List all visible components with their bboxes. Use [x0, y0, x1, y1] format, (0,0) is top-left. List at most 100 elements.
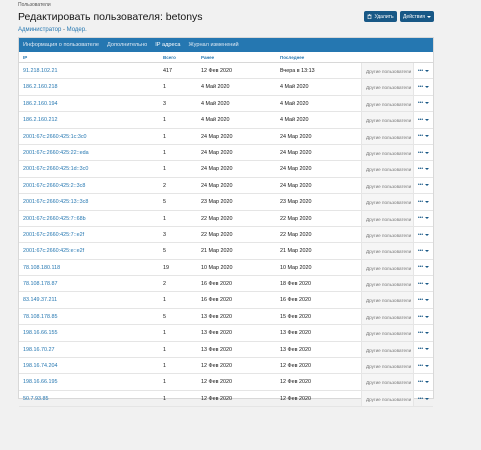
more-icon: ••• — [417, 297, 424, 304]
row-menu-button[interactable]: ••• — [413, 194, 433, 210]
row-menu-button[interactable]: ••• — [413, 358, 433, 374]
row-menu-button[interactable]: ••• — [413, 276, 433, 292]
other-users-button[interactable]: Другие пользователи — [361, 308, 413, 325]
other-users-button[interactable]: Другие пользователи — [361, 63, 413, 79]
chevron-down-icon — [425, 381, 430, 384]
row-menu-button[interactable]: ••• — [413, 325, 433, 341]
other-users-button[interactable]: Другие пользователи — [361, 210, 413, 226]
other-users-button[interactable]: Другие пользователи — [361, 292, 413, 308]
table-row: 186.2.160.218 1 4 Май 2020 4 Май 2020 Другие… — [19, 79, 433, 96]
ip-link[interactable]: 78.108.178.85 — [23, 314, 57, 320]
ip-link[interactable]: 78.108.178.87 — [23, 281, 57, 287]
row-menu-button[interactable]: ••• — [413, 112, 433, 128]
other-users-button[interactable]: Другие пользователи — [361, 194, 413, 210]
row-menu-button[interactable]: ••• — [413, 128, 433, 144]
other-users-button[interactable]: Другие пользователи — [361, 325, 413, 341]
other-users-button[interactable]: Другие пользователи — [361, 358, 413, 374]
row-menu-button[interactable]: ••• — [413, 210, 433, 226]
ip-link[interactable]: 186.2.160.212 — [23, 117, 57, 123]
row-menu-button[interactable]: ••• — [413, 243, 433, 259]
row-menu-button[interactable]: ••• — [413, 144, 433, 161]
ip-link[interactable]: 198.16.66.195 — [23, 379, 57, 385]
header-first[interactable]: Ранее — [201, 55, 214, 60]
other-users-button[interactable]: Другие пользователи — [361, 128, 413, 144]
ip-link[interactable]: 198.16.74.204 — [23, 363, 57, 369]
tab-user-info[interactable]: Информация о пользователе — [19, 42, 103, 48]
ip-link[interactable]: 2001:67c:2660:425:1d::3c0 — [23, 166, 88, 172]
ip-link[interactable]: 91.218.102.21 — [23, 68, 57, 74]
other-users-button[interactable]: Другие пользователи — [361, 79, 413, 95]
row-menu-button[interactable]: ••• — [413, 308, 433, 325]
other-users-button[interactable]: Другие пользователи — [361, 95, 413, 112]
row-menu-button[interactable]: ••• — [413, 292, 433, 308]
delete-label: Удалить — [374, 13, 394, 20]
other-users-button[interactable]: Другие пользователи — [361, 226, 413, 243]
last-seen: 21 Мар 2020 — [280, 248, 312, 255]
row-menu-button[interactable]: ••• — [413, 390, 433, 407]
header-ip[interactable]: IP — [23, 55, 27, 60]
more-icon: ••• — [417, 182, 424, 189]
more-icon: ••• — [417, 362, 424, 369]
ip-link[interactable]: 198.16.70.27 — [23, 347, 54, 353]
first-seen: 12 Фев 2020 — [201, 379, 232, 386]
chevron-down-icon — [425, 331, 430, 334]
trash-icon — [367, 14, 372, 19]
ip-link[interactable]: 186.2.160.218 — [23, 84, 57, 90]
header-total[interactable]: Всего — [163, 55, 176, 60]
ip-link[interactable]: 2001:67c:2660:425:13::3c8 — [23, 199, 88, 205]
other-users-button[interactable]: Другие пользователи — [361, 276, 413, 292]
row-menu-button[interactable]: ••• — [413, 374, 433, 390]
other-users-button[interactable]: Другие пользователи — [361, 177, 413, 194]
row-menu-button[interactable]: ••• — [413, 259, 433, 276]
ip-link[interactable]: 78.108.180.118 — [23, 265, 60, 271]
total-count: 1 — [163, 84, 166, 91]
other-users-button[interactable]: Другие пользователи — [361, 243, 413, 259]
row-menu-button[interactable]: ••• — [413, 177, 433, 194]
last-seen: 16 Фев 2020 — [280, 297, 311, 304]
total-count: 1 — [163, 379, 166, 386]
header-last[interactable]: Последнее — [280, 55, 304, 60]
delete-button[interactable]: Удалить — [364, 11, 397, 22]
more-icon: ••• — [417, 100, 424, 107]
page-title: Редактировать пользователя: betonys — [18, 11, 203, 23]
first-seen: 12 Фев 2020 — [201, 68, 232, 74]
ip-link[interactable]: 2001:67c:2660:425:7::68b — [23, 216, 86, 222]
ip-link[interactable]: 198.16.66.155 — [23, 330, 57, 336]
first-seen: 12 Фев 2020 — [201, 395, 232, 402]
row-menu-button[interactable]: ••• — [413, 226, 433, 243]
ip-link[interactable]: 186.2.160.194 — [23, 101, 57, 107]
total-count: 1 — [163, 363, 166, 370]
last-seen: 12 Фев 2020 — [280, 363, 311, 370]
other-users-button[interactable]: Другие пользователи — [361, 374, 413, 390]
ip-link[interactable]: 2001:67c:2660:425:e::e2f — [23, 248, 84, 254]
tab-change-log[interactable]: Журнал изменений — [185, 42, 243, 48]
other-users-button[interactable]: Другие пользователи — [361, 161, 413, 177]
actions-button[interactable]: Действия — [400, 11, 434, 22]
breadcrumb[interactable]: Пользователи — [18, 2, 51, 8]
other-users-button[interactable]: Другие пользователи — [361, 390, 413, 407]
row-menu-button[interactable]: ••• — [413, 341, 433, 358]
row-menu-button[interactable]: ••• — [413, 79, 433, 95]
ip-link[interactable]: 83.149.37.211 — [23, 297, 57, 303]
ip-link[interactable]: 2001:67c:2660:425:22::eda — [23, 150, 89, 156]
ip-link[interactable]: 2001:67c:2660:425:2::3c8 — [23, 183, 85, 189]
ip-link[interactable]: 50.7.93.85 — [23, 396, 48, 402]
ip-link[interactable]: 2001:67c:2660:425:7::e2f — [23, 232, 84, 238]
other-users-button[interactable]: Другие пользователи — [361, 112, 413, 128]
first-seen: 24 Мар 2020 — [201, 133, 233, 140]
tab-ip-addresses[interactable]: IP адреса — [151, 42, 184, 48]
first-seen: 4 Май 2020 — [201, 84, 230, 91]
table-row: 91.218.102.21 417 12 Фев 2020 Вчера в 13:13… — [19, 63, 433, 80]
row-menu-button[interactable]: ••• — [413, 95, 433, 112]
row-menu-button[interactable]: ••• — [413, 161, 433, 177]
other-users-button[interactable]: Другие пользователи — [361, 144, 413, 161]
more-icon: ••• — [417, 166, 424, 173]
other-users-button[interactable]: Другие пользователи — [361, 259, 413, 276]
page: Пользователи Редактировать пользователя:… — [0, 0, 481, 450]
row-menu-button[interactable]: ••• — [413, 63, 433, 79]
ip-link[interactable]: 2001:67c:2660:425:1c:3c0 — [23, 134, 87, 140]
first-seen: 10 Мар 2020 — [201, 264, 233, 271]
other-users-button[interactable]: Другие пользователи — [361, 341, 413, 358]
total-count: 1 — [163, 215, 166, 222]
tab-extra[interactable]: Дополнительно — [103, 42, 151, 48]
